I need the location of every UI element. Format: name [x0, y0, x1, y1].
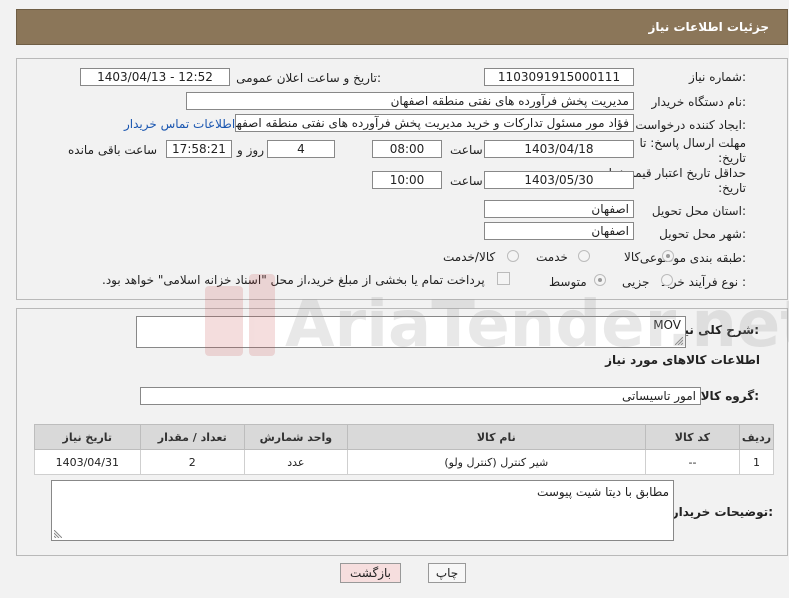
days-label: روز و [237, 143, 264, 157]
cell-row: 1 [739, 449, 774, 475]
process-label: نوع فرآیند خرید : [661, 275, 746, 289]
cell-name: شیر کنترل (کنترل ولو) [346, 449, 646, 475]
col-unit: واحد شمارش [243, 424, 348, 450]
resize-grip-icon[interactable] [54, 530, 62, 538]
province-field: اصفهان [484, 200, 634, 218]
category-option-service: خدمت [536, 250, 568, 264]
buyer-contact-link[interactable]: اطلاعات تماس خریدار [124, 117, 235, 131]
page-header: جزئیات اطلاعات نیاز [16, 9, 788, 45]
col-row: ردیف [739, 424, 774, 450]
table-row[interactable]: 1 -- شیر کنترل (کنترل ولو) عدد 2 1403/04… [34, 449, 774, 475]
description-field[interactable]: MOV [136, 316, 686, 348]
resize-grip-icon[interactable] [675, 337, 683, 345]
announce-datetime-field: 1403/04/13 - 12:52 [80, 68, 230, 86]
buyer-org-label: نام دستگاه خریدار: [651, 95, 747, 109]
price-validity-time-label: ساعت [450, 174, 483, 188]
col-qty: تعداد / مقدار [139, 424, 245, 450]
col-code: کد کالا [644, 424, 741, 450]
creator-field: فؤاد مور مسئول تدارکات و خرید مدیریت پخش… [235, 114, 634, 132]
city-label: شهر محل تحویل: [659, 227, 746, 241]
days-remaining-field: 4 [267, 140, 335, 158]
payment-note: پرداخت تمام یا بخشی از مبلغ خرید،از محل … [102, 273, 485, 287]
cell-qty: 2 [139, 449, 245, 475]
deadline-date-field: 1403/04/18 [484, 140, 634, 158]
price-validity-time-field: 10:00 [372, 171, 442, 189]
process-radio-minor[interactable] [661, 274, 673, 286]
buyer-notes-value: مطابق با دیتا شیت پیوست [537, 485, 669, 499]
goods-table: ردیف کد کالا نام کالا واحد شمارش تعداد /… [34, 424, 774, 475]
remaining-time-label: ساعت باقی مانده [68, 143, 158, 157]
goods-section-title: اطلاعات کالاهای مورد نیاز [605, 353, 760, 367]
goods-table-header: ردیف کد کالا نام کالا واحد شمارش تعداد /… [34, 424, 774, 450]
need-number-label: شماره نیاز: [688, 70, 746, 84]
description-value: MOV [653, 318, 681, 332]
process-option-medium: متوسط [549, 275, 587, 289]
deadline-time-field: 08:00 [372, 140, 442, 158]
buyer-notes-label: توضیحات خریدار: [671, 505, 773, 519]
need-number-field: 1103091915000111 [484, 68, 634, 86]
back-button[interactable]: بازگشت [340, 563, 401, 583]
creator-label: ایجاد کننده درخواست: [635, 118, 746, 132]
cell-code: -- [644, 449, 741, 475]
col-date: تاریخ نیاز [34, 424, 141, 450]
print-button[interactable]: چاپ [428, 563, 466, 583]
remaining-time-field: 17:58:21 [166, 140, 232, 158]
city-field: اصفهان [484, 222, 634, 240]
cell-date: 1403/04/31 [34, 449, 141, 475]
category-label: طبقه بندی موضوعی: [639, 251, 746, 265]
category-option-goods: کالا [624, 250, 641, 264]
deadline-label: مهلت ارسال پاسخ: تا تاریخ: [639, 136, 746, 165]
announce-datetime-label: تاریخ و ساعت اعلان عمومی: [236, 71, 381, 85]
category-option-goods-service: کالا/خدمت [443, 250, 496, 264]
col-name: نام کالا [346, 424, 646, 450]
deadline-time-label: ساعت [450, 143, 483, 157]
category-radio-service[interactable] [578, 250, 590, 262]
cell-unit: عدد [243, 449, 348, 475]
payment-checkbox[interactable] [497, 272, 510, 285]
category-radio-goods[interactable] [662, 250, 674, 262]
process-option-minor: جزیی [622, 275, 650, 289]
process-radio-medium[interactable] [594, 274, 606, 286]
buyer-org-field: مدیریت پخش فرآورده های نفتی منطقه اصفهان [186, 92, 634, 110]
category-radio-goods-service[interactable] [507, 250, 519, 262]
province-label: استان محل تحویل: [651, 204, 746, 218]
goods-group-field: امور تاسیساتی [140, 387, 701, 405]
goods-group-label: گروه کالا: [700, 389, 759, 403]
price-validity-date-field: 1403/05/30 [484, 171, 634, 189]
page-title: جزئیات اطلاعات نیاز [648, 20, 769, 34]
buyer-notes-field[interactable]: مطابق با دیتا شیت پیوست [51, 480, 674, 541]
